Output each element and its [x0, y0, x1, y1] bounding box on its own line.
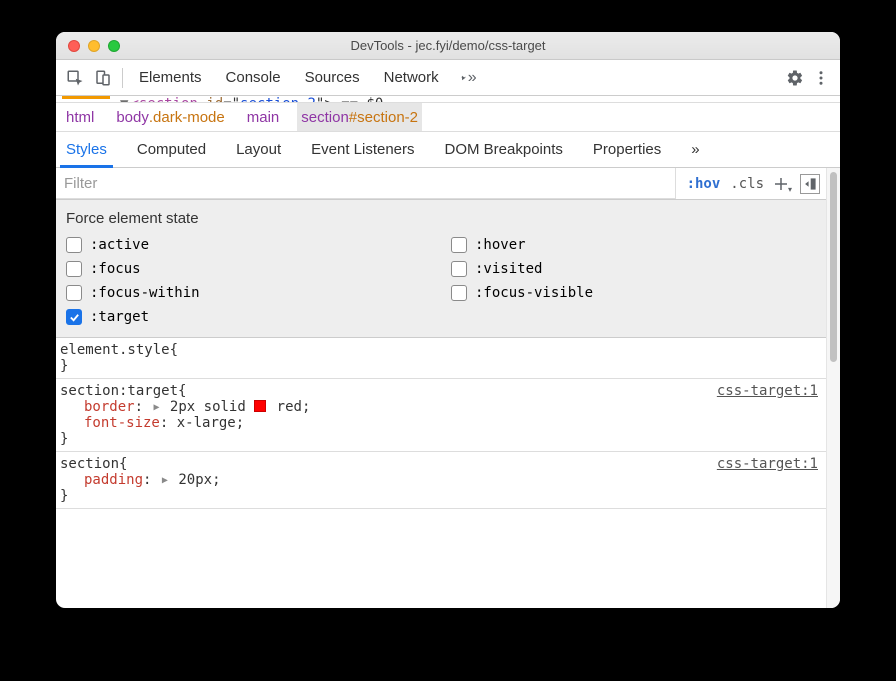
force-state-label: :focus-visible [475, 285, 593, 301]
close-window-button[interactable] [68, 40, 80, 52]
checkbox[interactable] [451, 285, 467, 301]
new-style-rule-icon[interactable]: ▾ [772, 173, 794, 195]
style-rule[interactable]: element.style {} [56, 338, 826, 379]
source-link[interactable]: css-target:1 [717, 456, 818, 472]
force-state-label: :active [90, 237, 149, 253]
more-panels-icon[interactable]: » [459, 69, 477, 87]
styles-filter-input[interactable]: Filter [56, 168, 676, 199]
breadcrumb-item[interactable]: body.dark-mode [112, 103, 228, 131]
force-state-label: :focus [90, 261, 141, 277]
breadcrumb-item[interactable]: section#section-2 [297, 103, 422, 131]
checkbox[interactable] [66, 237, 82, 253]
more-subtabs-icon[interactable]: » [687, 132, 703, 167]
checkbox[interactable] [66, 261, 82, 277]
toggle-hov-button[interactable]: :hov [682, 176, 726, 192]
declaration[interactable]: padding: ▶ 20px; [60, 472, 818, 488]
settings-icon[interactable] [786, 69, 804, 87]
kebab-menu-icon[interactable] [812, 69, 830, 87]
scrollbar-thumb[interactable] [830, 172, 837, 362]
selector[interactable]: section:target [60, 383, 178, 399]
style-rule[interactable]: section {css-target:1padding: ▶ 20px;} [56, 452, 826, 509]
margin-highlight [62, 96, 110, 99]
style-rule[interactable]: section:target {css-target:1border: ▶ 2p… [56, 379, 826, 452]
breadcrumb-item[interactable]: html [62, 103, 98, 131]
selector[interactable]: element.style [60, 342, 170, 358]
subtab-styles[interactable]: Styles [62, 132, 111, 167]
separator [122, 68, 123, 88]
checkbox[interactable] [66, 285, 82, 301]
source-link[interactable]: css-target:1 [717, 383, 818, 399]
styles-pane: Filter :hov .cls ▾ Force element state :… [56, 168, 826, 608]
checkbox[interactable] [451, 237, 467, 253]
force-state-target[interactable]: :target [66, 309, 431, 325]
force-state-hover[interactable]: :hover [451, 237, 816, 253]
panel-tab-elements[interactable]: Elements [139, 69, 202, 86]
declaration[interactable]: border: ▶ 2px solid red; [60, 399, 818, 415]
breadcrumb-bar: html body.dark-mode main section#section-2 [56, 102, 840, 132]
force-state-focus-within[interactable]: :focus-within [66, 285, 431, 301]
devtools-window: DevTools - jec.fyi/demo/css-target Eleme… [56, 32, 840, 608]
force-element-state-panel: Force element state :active :hover :focus:… [56, 200, 826, 338]
panel-tab-network[interactable]: Network [384, 69, 439, 86]
force-state-label: :focus-within [90, 285, 200, 301]
computed-sidebar-toggle-icon[interactable] [800, 174, 820, 194]
main-toolbar: Elements Console Sources Network » [56, 60, 840, 96]
subtab-dom-breakpoints[interactable]: DOM Breakpoints [441, 132, 567, 167]
subtab-layout[interactable]: Layout [232, 132, 285, 167]
filter-placeholder: Filter [64, 175, 97, 192]
force-state-title: Force element state [66, 210, 816, 227]
panel-tab-sources[interactable]: Sources [305, 69, 360, 86]
styles-subtabs: Styles Computed Layout Event Listeners DOM B… [56, 132, 840, 168]
styles-list: element.style {}section:target {css-targ… [56, 338, 826, 509]
panel-tabs: Elements Console Sources Network [139, 69, 439, 86]
breadcrumb-item[interactable]: main [243, 103, 284, 131]
force-state-label: :visited [475, 261, 542, 277]
subtab-properties[interactable]: Properties [589, 132, 665, 167]
force-state-focus-visible[interactable]: :focus-visible [451, 285, 816, 301]
traffic-lights [56, 40, 120, 52]
inspect-element-icon[interactable] [66, 69, 84, 87]
panel-tab-console[interactable]: Console [226, 69, 281, 86]
subtab-event-listeners[interactable]: Event Listeners [307, 132, 418, 167]
force-state-focus[interactable]: :focus [66, 261, 431, 277]
force-state-label: :target [90, 309, 149, 325]
minimize-window-button[interactable] [88, 40, 100, 52]
window-title: DevTools - jec.fyi/demo/css-target [56, 38, 840, 53]
color-swatch[interactable] [254, 400, 266, 412]
checkbox[interactable] [451, 261, 467, 277]
elements-tree-snippet[interactable]: ▼<section id="section-2"> == $0 [56, 96, 840, 102]
styles-toolbar: Filter :hov .cls ▾ [56, 168, 826, 200]
titlebar: DevTools - jec.fyi/demo/css-target [56, 32, 840, 60]
declaration[interactable]: font-size: x-large; [60, 415, 818, 431]
force-state-visited[interactable]: :visited [451, 261, 816, 277]
vertical-scrollbar[interactable] [826, 168, 840, 608]
force-state-active[interactable]: :active [66, 237, 431, 253]
device-toolbar-icon[interactable] [94, 69, 112, 87]
selector[interactable]: section [60, 456, 119, 472]
zoom-window-button[interactable] [108, 40, 120, 52]
checkbox[interactable] [66, 309, 82, 325]
subtab-computed[interactable]: Computed [133, 132, 210, 167]
force-state-label: :hover [475, 237, 526, 253]
toggle-cls-button[interactable]: .cls [725, 176, 769, 192]
